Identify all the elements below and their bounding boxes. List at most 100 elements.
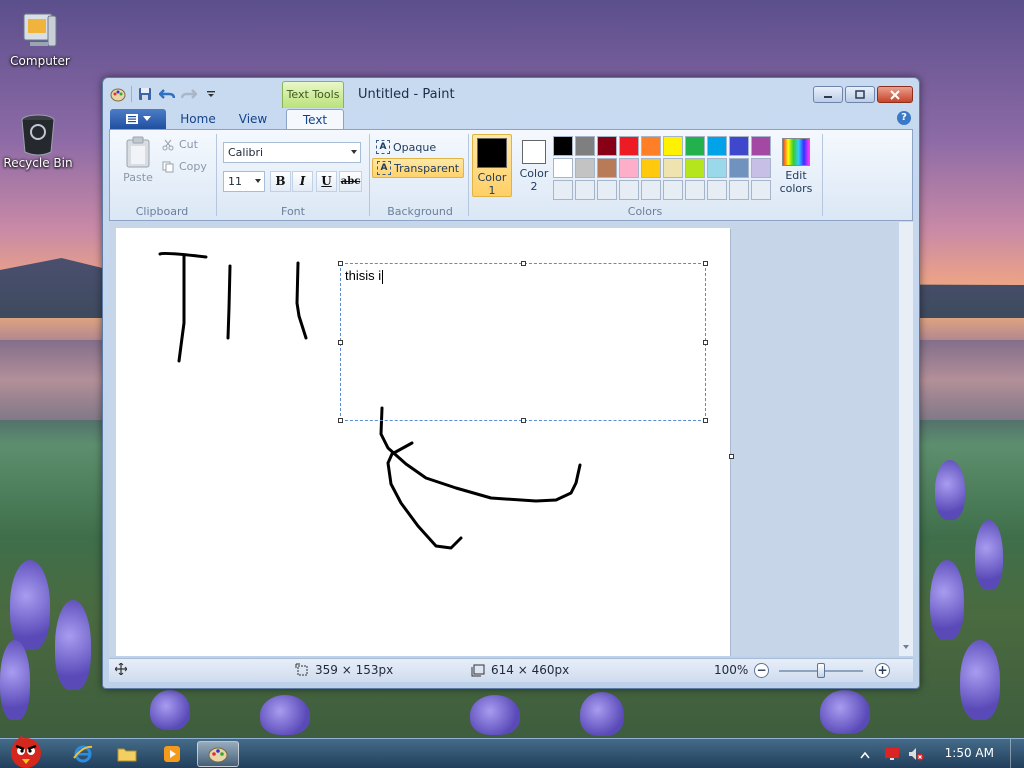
- redo-icon[interactable]: [180, 85, 198, 103]
- color-1-button[interactable]: Color 1: [472, 134, 512, 197]
- cut-button[interactable]: Cut: [162, 138, 198, 151]
- save-icon[interactable]: [136, 85, 154, 103]
- palette-color-swatch[interactable]: [685, 136, 705, 156]
- maximize-button[interactable]: [845, 86, 875, 103]
- palette-custom-color-slot[interactable]: [729, 180, 749, 200]
- resize-handle[interactable]: [338, 418, 343, 423]
- palette-color-swatch[interactable]: [641, 158, 661, 178]
- palette-color-swatch[interactable]: [575, 158, 595, 178]
- paint-menu-button[interactable]: [110, 109, 166, 129]
- paint-app-icon[interactable]: [109, 85, 127, 103]
- font-family-dropdown[interactable]: Calibri: [223, 142, 361, 163]
- vertical-scrollbar[interactable]: [899, 222, 913, 656]
- resize-handle[interactable]: [703, 261, 708, 266]
- bold-button[interactable]: B: [270, 171, 291, 192]
- color-2-button[interactable]: Color 2: [516, 140, 552, 193]
- resize-handle[interactable]: [521, 261, 526, 266]
- palette-color-swatch[interactable]: [641, 136, 661, 156]
- customize-qat-dropdown-icon[interactable]: [202, 85, 220, 103]
- taskbar-clock[interactable]: 1:50 AM: [945, 746, 994, 760]
- desktop-icon-computer[interactable]: Computer: [2, 10, 78, 68]
- title-bar[interactable]: Text Tools Untitled - Paint: [103, 78, 919, 108]
- taskbar-internet-explorer[interactable]: [62, 741, 104, 767]
- palette-color-swatch[interactable]: [729, 158, 749, 178]
- start-button[interactable]: [4, 731, 48, 768]
- help-icon[interactable]: ?: [897, 111, 911, 125]
- window-title: Untitled - Paint: [358, 87, 455, 102]
- wallpaper-flower: [470, 695, 520, 735]
- transparent-button[interactable]: A Transparent: [372, 158, 465, 178]
- palette-custom-color-slot[interactable]: [751, 180, 771, 200]
- close-button[interactable]: [877, 86, 913, 103]
- canvas-resize-handle[interactable]: [729, 454, 734, 459]
- palette-color-swatch[interactable]: [663, 136, 683, 156]
- palette-color-swatch[interactable]: [663, 158, 683, 178]
- underline-button[interactable]: U: [316, 171, 337, 192]
- show-desktop-button[interactable]: [1010, 739, 1024, 768]
- palette-color-swatch[interactable]: [597, 158, 617, 178]
- typed-text: thisis i: [345, 268, 382, 283]
- tab-text[interactable]: Text: [286, 109, 344, 130]
- paste-button[interactable]: Paste: [120, 136, 156, 184]
- taskbar-paint[interactable]: [197, 741, 239, 767]
- palette-custom-color-slot[interactable]: [619, 180, 639, 200]
- palette-custom-color-slot[interactable]: [707, 180, 727, 200]
- palette-color-swatch[interactable]: [553, 136, 573, 156]
- palette-color-swatch[interactable]: [729, 136, 749, 156]
- group-separator: [822, 134, 823, 216]
- scroll-down-icon[interactable]: [899, 642, 913, 652]
- text-box-content[interactable]: thisis i: [345, 268, 384, 284]
- text-caret: [382, 269, 384, 284]
- zoom-slider-thumb[interactable]: [817, 663, 825, 678]
- show-hidden-icons-icon[interactable]: [860, 751, 870, 759]
- palette-color-swatch[interactable]: [751, 136, 771, 156]
- resize-handle[interactable]: [703, 340, 708, 345]
- palette-custom-color-slot[interactable]: [597, 180, 617, 200]
- action-center-icon[interactable]: [884, 747, 900, 761]
- palette-custom-color-slot[interactable]: [663, 180, 683, 200]
- palette-custom-color-slot[interactable]: [575, 180, 595, 200]
- color-spectrum-icon: [782, 138, 810, 166]
- copy-button[interactable]: Copy: [162, 160, 207, 173]
- taskbar-file-explorer[interactable]: [106, 741, 148, 767]
- tab-view[interactable]: View: [229, 109, 277, 130]
- minimize-button[interactable]: [813, 86, 843, 103]
- palette-color-swatch[interactable]: [707, 158, 727, 178]
- palette-color-swatch[interactable]: [597, 136, 617, 156]
- chevron-down-icon: [255, 179, 261, 183]
- selection-size-text: 359 × 153px: [315, 663, 394, 677]
- palette-color-swatch[interactable]: [707, 136, 727, 156]
- palette-custom-color-slot[interactable]: [553, 180, 573, 200]
- undo-icon[interactable]: [158, 85, 176, 103]
- palette-color-swatch[interactable]: [685, 158, 705, 178]
- opaque-button[interactable]: A Opaque: [372, 137, 440, 157]
- palette-color-swatch[interactable]: [619, 136, 639, 156]
- transparent-icon: A: [377, 161, 391, 175]
- resize-handle[interactable]: [338, 261, 343, 266]
- font-size-dropdown[interactable]: 11: [223, 171, 265, 192]
- zoom-in-button[interactable]: +: [875, 663, 890, 678]
- palette-color-swatch[interactable]: [553, 158, 573, 178]
- copy-icon: [162, 161, 174, 172]
- group-separator: [369, 134, 370, 216]
- tab-home[interactable]: Home: [175, 109, 221, 130]
- palette-custom-color-slot[interactable]: [685, 180, 705, 200]
- text-input-box[interactable]: thisis i: [338, 261, 708, 423]
- resize-handle[interactable]: [521, 418, 526, 423]
- group-separator: [216, 134, 217, 216]
- clipboard-group-label: Clipboard: [135, 205, 189, 218]
- italic-button[interactable]: I: [292, 171, 313, 192]
- palette-custom-color-slot[interactable]: [641, 180, 661, 200]
- edit-colors-button[interactable]: Edit colors: [778, 138, 814, 195]
- palette-color-swatch[interactable]: [751, 158, 771, 178]
- desktop-icon-recycle-bin[interactable]: Recycle Bin: [0, 112, 76, 170]
- resize-handle[interactable]: [703, 418, 708, 423]
- strikethrough-button[interactable]: abc: [339, 171, 362, 192]
- zoom-out-button[interactable]: −: [754, 663, 769, 678]
- resize-handle[interactable]: [338, 340, 343, 345]
- volume-muted-icon[interactable]: [908, 747, 924, 761]
- palette-color-swatch[interactable]: [575, 136, 595, 156]
- palette-color-swatch[interactable]: [619, 158, 639, 178]
- taskbar-media-player[interactable]: [151, 741, 193, 767]
- edit-colors-label-line2: colors: [779, 182, 813, 195]
